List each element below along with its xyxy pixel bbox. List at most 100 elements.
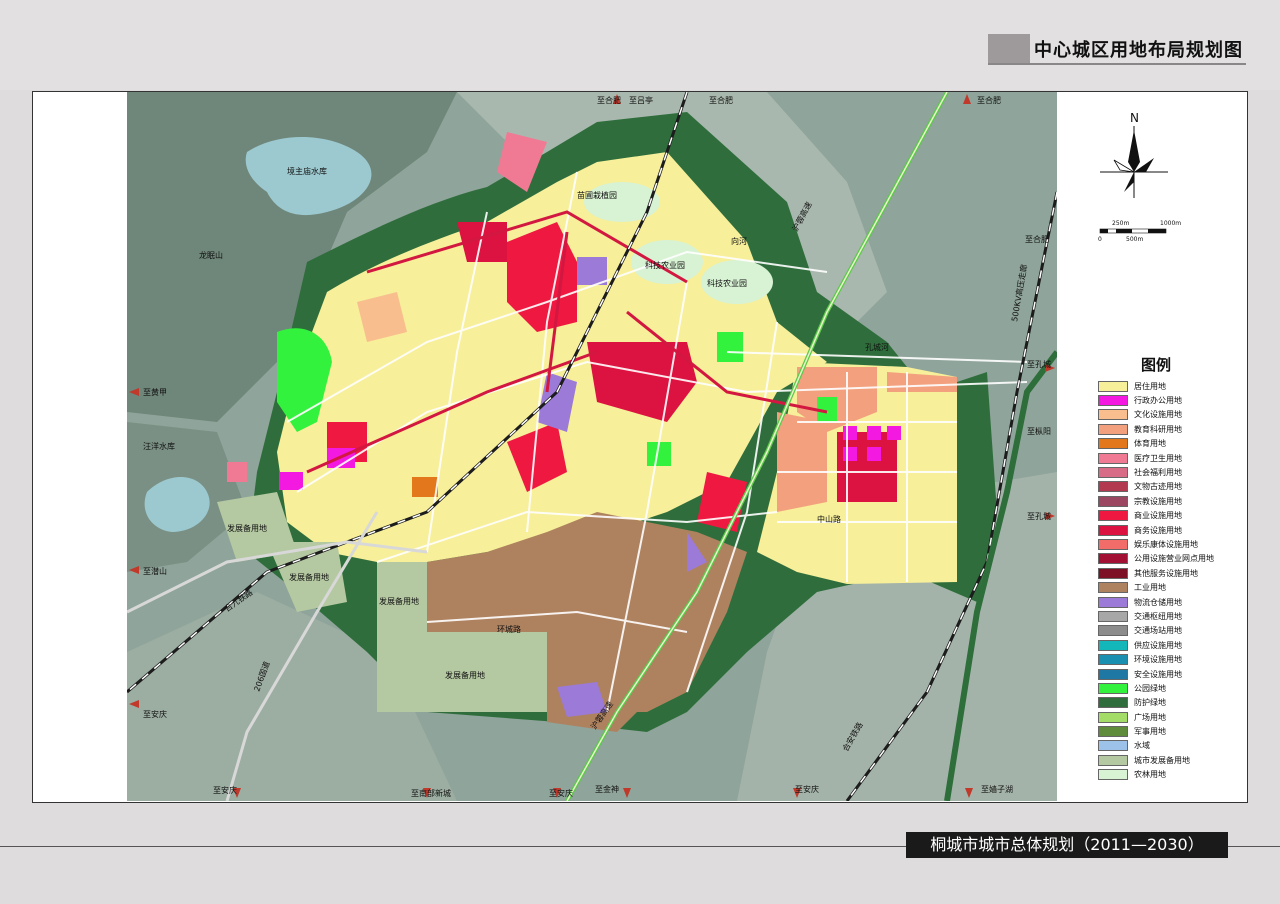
legend-item: 安全设施用地: [1098, 667, 1228, 681]
legend-label: 文物古迹用地: [1134, 482, 1182, 492]
dir-w-huangjia: 至黄甲: [143, 387, 167, 397]
legend-item: 商业设施用地: [1098, 509, 1228, 523]
legend-item: 体育用地: [1098, 437, 1228, 451]
legend-item: 宗教设施用地: [1098, 494, 1228, 508]
legend-swatch: [1098, 467, 1128, 479]
legend-item: 广场用地: [1098, 710, 1228, 724]
scale-label-500: 500m: [1126, 236, 1143, 243]
legend-item: 工业用地: [1098, 580, 1228, 594]
scale-label-250: 250m: [1112, 220, 1129, 227]
legend-label: 安全设施用地: [1134, 669, 1182, 679]
legend-swatch: [1098, 538, 1128, 550]
legend-item: 文化设施用地: [1098, 408, 1228, 422]
legend-swatch: [1098, 495, 1128, 507]
scale-label-1000: 1000m: [1160, 220, 1181, 227]
legend-label: 农林用地: [1134, 770, 1166, 780]
legend-swatch: [1098, 553, 1128, 565]
dir-s-anqing-3: 至安庆: [795, 784, 819, 794]
legend-item: 防护绿地: [1098, 696, 1228, 710]
compass-rose-icon: N: [1100, 111, 1168, 198]
legend-label: 工业用地: [1134, 583, 1166, 593]
legend-swatch: [1098, 639, 1128, 651]
legend-swatch: [1098, 481, 1128, 493]
dir-n-hefei-1: 至合肥: [597, 95, 621, 105]
label-nursery: 苗圃栽植园: [577, 190, 617, 200]
label-road-mid: 中山路: [817, 514, 841, 524]
north-arrow: N: [1098, 110, 1170, 200]
label-river-kong: 孔城河: [865, 342, 889, 352]
legend-item: 交通枢纽用地: [1098, 609, 1228, 623]
legend-items: 居住用地 行政办公用地 文化设施用地 教育科研用地 体育用地 医疗卫生用地 社会福利用地 文物…: [1098, 379, 1228, 782]
legend-swatch: [1098, 452, 1128, 464]
medical-west: [227, 462, 247, 482]
dir-s-anqing-1: 至安庆: [213, 785, 237, 795]
land-use-map[interactable]: 境主庙水库 龙眠山 汪洋水库 苗圃栽植园 科技农业园 科技农业园 向河 孔城河 …: [127, 92, 1057, 801]
legend-label: 城市发展备用地: [1134, 755, 1190, 765]
dir-w-qianshan: 至潜山: [143, 566, 167, 576]
label-reserve-3: 发展备用地: [379, 596, 419, 606]
label-reserve-1: 发展备用地: [227, 523, 267, 533]
legend-label: 广场用地: [1134, 712, 1166, 722]
map-title: 中心城区用地布局规划图: [1034, 40, 1243, 61]
title-underline: [988, 63, 1246, 65]
label-mountain: 龙眠山: [199, 250, 223, 260]
legend-item: 商务设施用地: [1098, 523, 1228, 537]
legend-label: 居住用地: [1134, 381, 1166, 391]
title-swatch: [988, 34, 1030, 64]
legend-label: 商务设施用地: [1134, 525, 1182, 535]
admin-block-4: [843, 447, 857, 461]
logistics-north: [577, 257, 607, 285]
scale-label-0: 0: [1098, 236, 1102, 243]
legend-label: 教育科研用地: [1134, 424, 1182, 434]
legend-item: 物流仓储用地: [1098, 595, 1228, 609]
label-road-ring: 环城路: [497, 624, 521, 634]
legend-swatch: [1098, 395, 1128, 407]
label-reservoir-west: 汪洋水库: [143, 441, 175, 451]
dir-e-kongcheng-2: 至孔城: [1027, 512, 1051, 521]
dir-n-hefei-2: 至合肥: [709, 95, 733, 105]
legend-swatch: [1098, 582, 1128, 594]
admin-block-5: [867, 447, 881, 461]
legend-item: 农林用地: [1098, 768, 1228, 782]
legend-item: 教育科研用地: [1098, 422, 1228, 436]
legend-item: 行政办公用地: [1098, 393, 1228, 407]
admin-block-3: [887, 426, 901, 440]
legend-label: 文化设施用地: [1134, 410, 1182, 420]
dir-n-hefei-4: 至合肥: [1025, 234, 1049, 244]
legend-label: 体育用地: [1134, 439, 1166, 449]
legend-swatch: [1098, 726, 1128, 738]
dir-e-kongcheng-1: 至孔城: [1027, 360, 1051, 369]
legend-label: 水域: [1134, 741, 1150, 751]
admin-west: [279, 472, 303, 490]
legend-swatch: [1098, 567, 1128, 579]
legend-title: 图例: [1140, 356, 1171, 374]
north-label: N: [1130, 111, 1139, 125]
legend-label: 供应设施用地: [1134, 640, 1182, 650]
dir-e-zongyang: 至枞阳: [1027, 426, 1051, 436]
dir-w-anqing: 至安庆: [143, 709, 167, 719]
nursery-park: [584, 182, 660, 222]
legend-label: 军事用地: [1134, 727, 1166, 737]
admin-block-2: [867, 426, 881, 440]
legend-swatch: [1098, 380, 1128, 392]
legend-item: 城市发展备用地: [1098, 753, 1228, 767]
legend-item: 社会福利用地: [1098, 465, 1228, 479]
legend-swatch: [1098, 510, 1128, 522]
legend-label: 宗教设施用地: [1134, 496, 1182, 506]
legend-item: 交通场站用地: [1098, 624, 1228, 638]
dir-s-anqing-2: 至安庆: [549, 788, 573, 798]
legend-swatch: [1098, 769, 1128, 781]
legend-swatch: [1098, 668, 1128, 680]
legend-swatch: [1098, 610, 1128, 622]
legend-item: 娱乐康体设施用地: [1098, 537, 1228, 551]
dir-s-gaizihu: 至嫱子湖: [981, 784, 1013, 794]
legend-label: 商业设施用地: [1134, 511, 1182, 521]
legend-item: 居住用地: [1098, 379, 1228, 393]
legend-label: 防护绿地: [1134, 698, 1166, 708]
legend-swatch: [1098, 697, 1128, 709]
legend-label: 社会福利用地: [1134, 468, 1182, 478]
legend-label: 行政办公用地: [1134, 396, 1182, 406]
dir-n-hefei-3: 至合肥: [977, 95, 1001, 105]
legend-swatch: [1098, 740, 1128, 752]
admin-block-1: [843, 426, 857, 440]
